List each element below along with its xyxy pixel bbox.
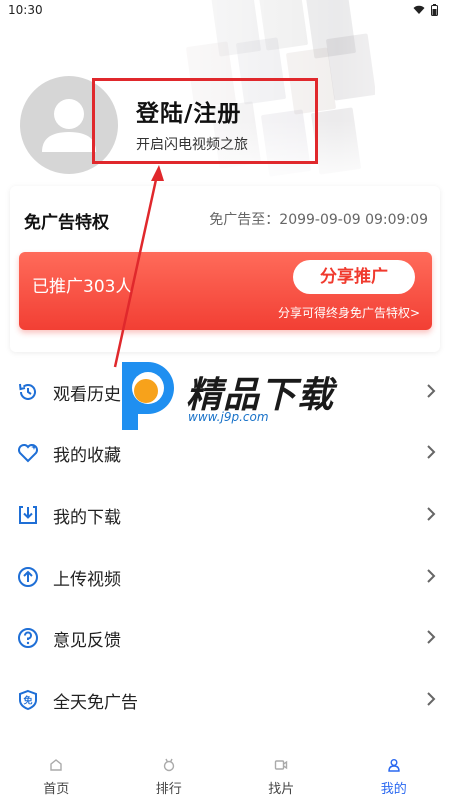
battery-icon xyxy=(431,4,438,16)
chevron-right-icon xyxy=(427,569,436,583)
tab-label-find: 找片 xyxy=(268,782,295,797)
menu-label-feedback: 意见反馈 xyxy=(53,631,121,651)
history-icon xyxy=(19,383,36,400)
menu-label-upload: 上传视频 xyxy=(53,570,121,590)
vip-card: 免广告特权 免广告至：2099-09-09 09:09:09 已推广303人 分… xyxy=(10,186,440,352)
home-icon xyxy=(50,759,62,771)
wifi-icon xyxy=(413,5,425,14)
status-time: 10:30 xyxy=(8,3,43,17)
download-icon xyxy=(19,506,37,524)
heart-icon xyxy=(18,444,38,463)
chevron-right-icon xyxy=(427,692,436,706)
profile-page: 10:30 登陆/注册 开启闪电视频之旅 免广告特权 免广告至：2099-09-… xyxy=(0,0,450,800)
tab-label-mine: 我的 xyxy=(380,782,407,797)
user-icon xyxy=(388,759,400,772)
chevron-right-icon xyxy=(427,630,436,644)
tab-rank[interactable]: 排行 xyxy=(113,750,226,800)
share-button[interactable]: 分享推广 xyxy=(293,260,415,294)
question-icon xyxy=(18,628,38,648)
tab-mine[interactable]: 我的 xyxy=(338,750,450,800)
vip-title: 免广告特权 xyxy=(24,213,109,233)
watermark-logo: 精品下载 www.j9p.com xyxy=(116,358,356,434)
watermark-p-icon xyxy=(122,362,174,430)
tab-label-rank: 排行 xyxy=(155,782,182,797)
no-ad-icon: 免 xyxy=(19,689,37,711)
tab-find[interactable]: 找片 xyxy=(225,750,338,800)
promo-banner: 已推广303人 分享推广 分享可得终身免广告特权> xyxy=(19,252,432,330)
rank-icon xyxy=(163,758,174,772)
upload-icon xyxy=(18,567,38,587)
share-benefit-link[interactable]: 分享可得终身免广告特权> xyxy=(278,304,420,321)
vip-expire: 免广告至：2099-09-09 09:09:09 xyxy=(209,212,428,228)
chevron-right-icon xyxy=(427,507,436,521)
svg-text:免: 免 xyxy=(23,695,32,707)
chevron-right-icon xyxy=(427,445,436,459)
menu-item-feedback[interactable]: 意见反馈 xyxy=(0,607,450,667)
chevron-right-icon xyxy=(427,384,436,398)
menu-label-history: 观看历史 xyxy=(53,385,121,405)
bottom-tab-bar: 首页 排行 找片 我的 xyxy=(0,750,450,800)
video-icon xyxy=(275,760,288,770)
status-bar: 10:30 xyxy=(0,0,450,22)
menu-label-favorites: 我的收藏 xyxy=(53,446,121,466)
annotation-highlight-box xyxy=(92,78,318,164)
tab-label-home: 首页 xyxy=(43,782,70,797)
status-icons xyxy=(413,4,438,16)
menu-item-downloads[interactable]: 我的下载 xyxy=(0,484,450,544)
tab-home[interactable]: 首页 xyxy=(0,750,113,800)
menu-item-upload[interactable]: 上传视频 xyxy=(0,546,450,606)
promo-count: 已推广303人 xyxy=(32,277,133,297)
watermark-url: www.j9p.com xyxy=(188,410,269,424)
menu-item-no-ads[interactable]: 免 全天免广告 xyxy=(0,669,450,729)
menu-label-no-ads: 全天免广告 xyxy=(53,693,138,713)
menu-label-downloads: 我的下载 xyxy=(53,508,121,528)
